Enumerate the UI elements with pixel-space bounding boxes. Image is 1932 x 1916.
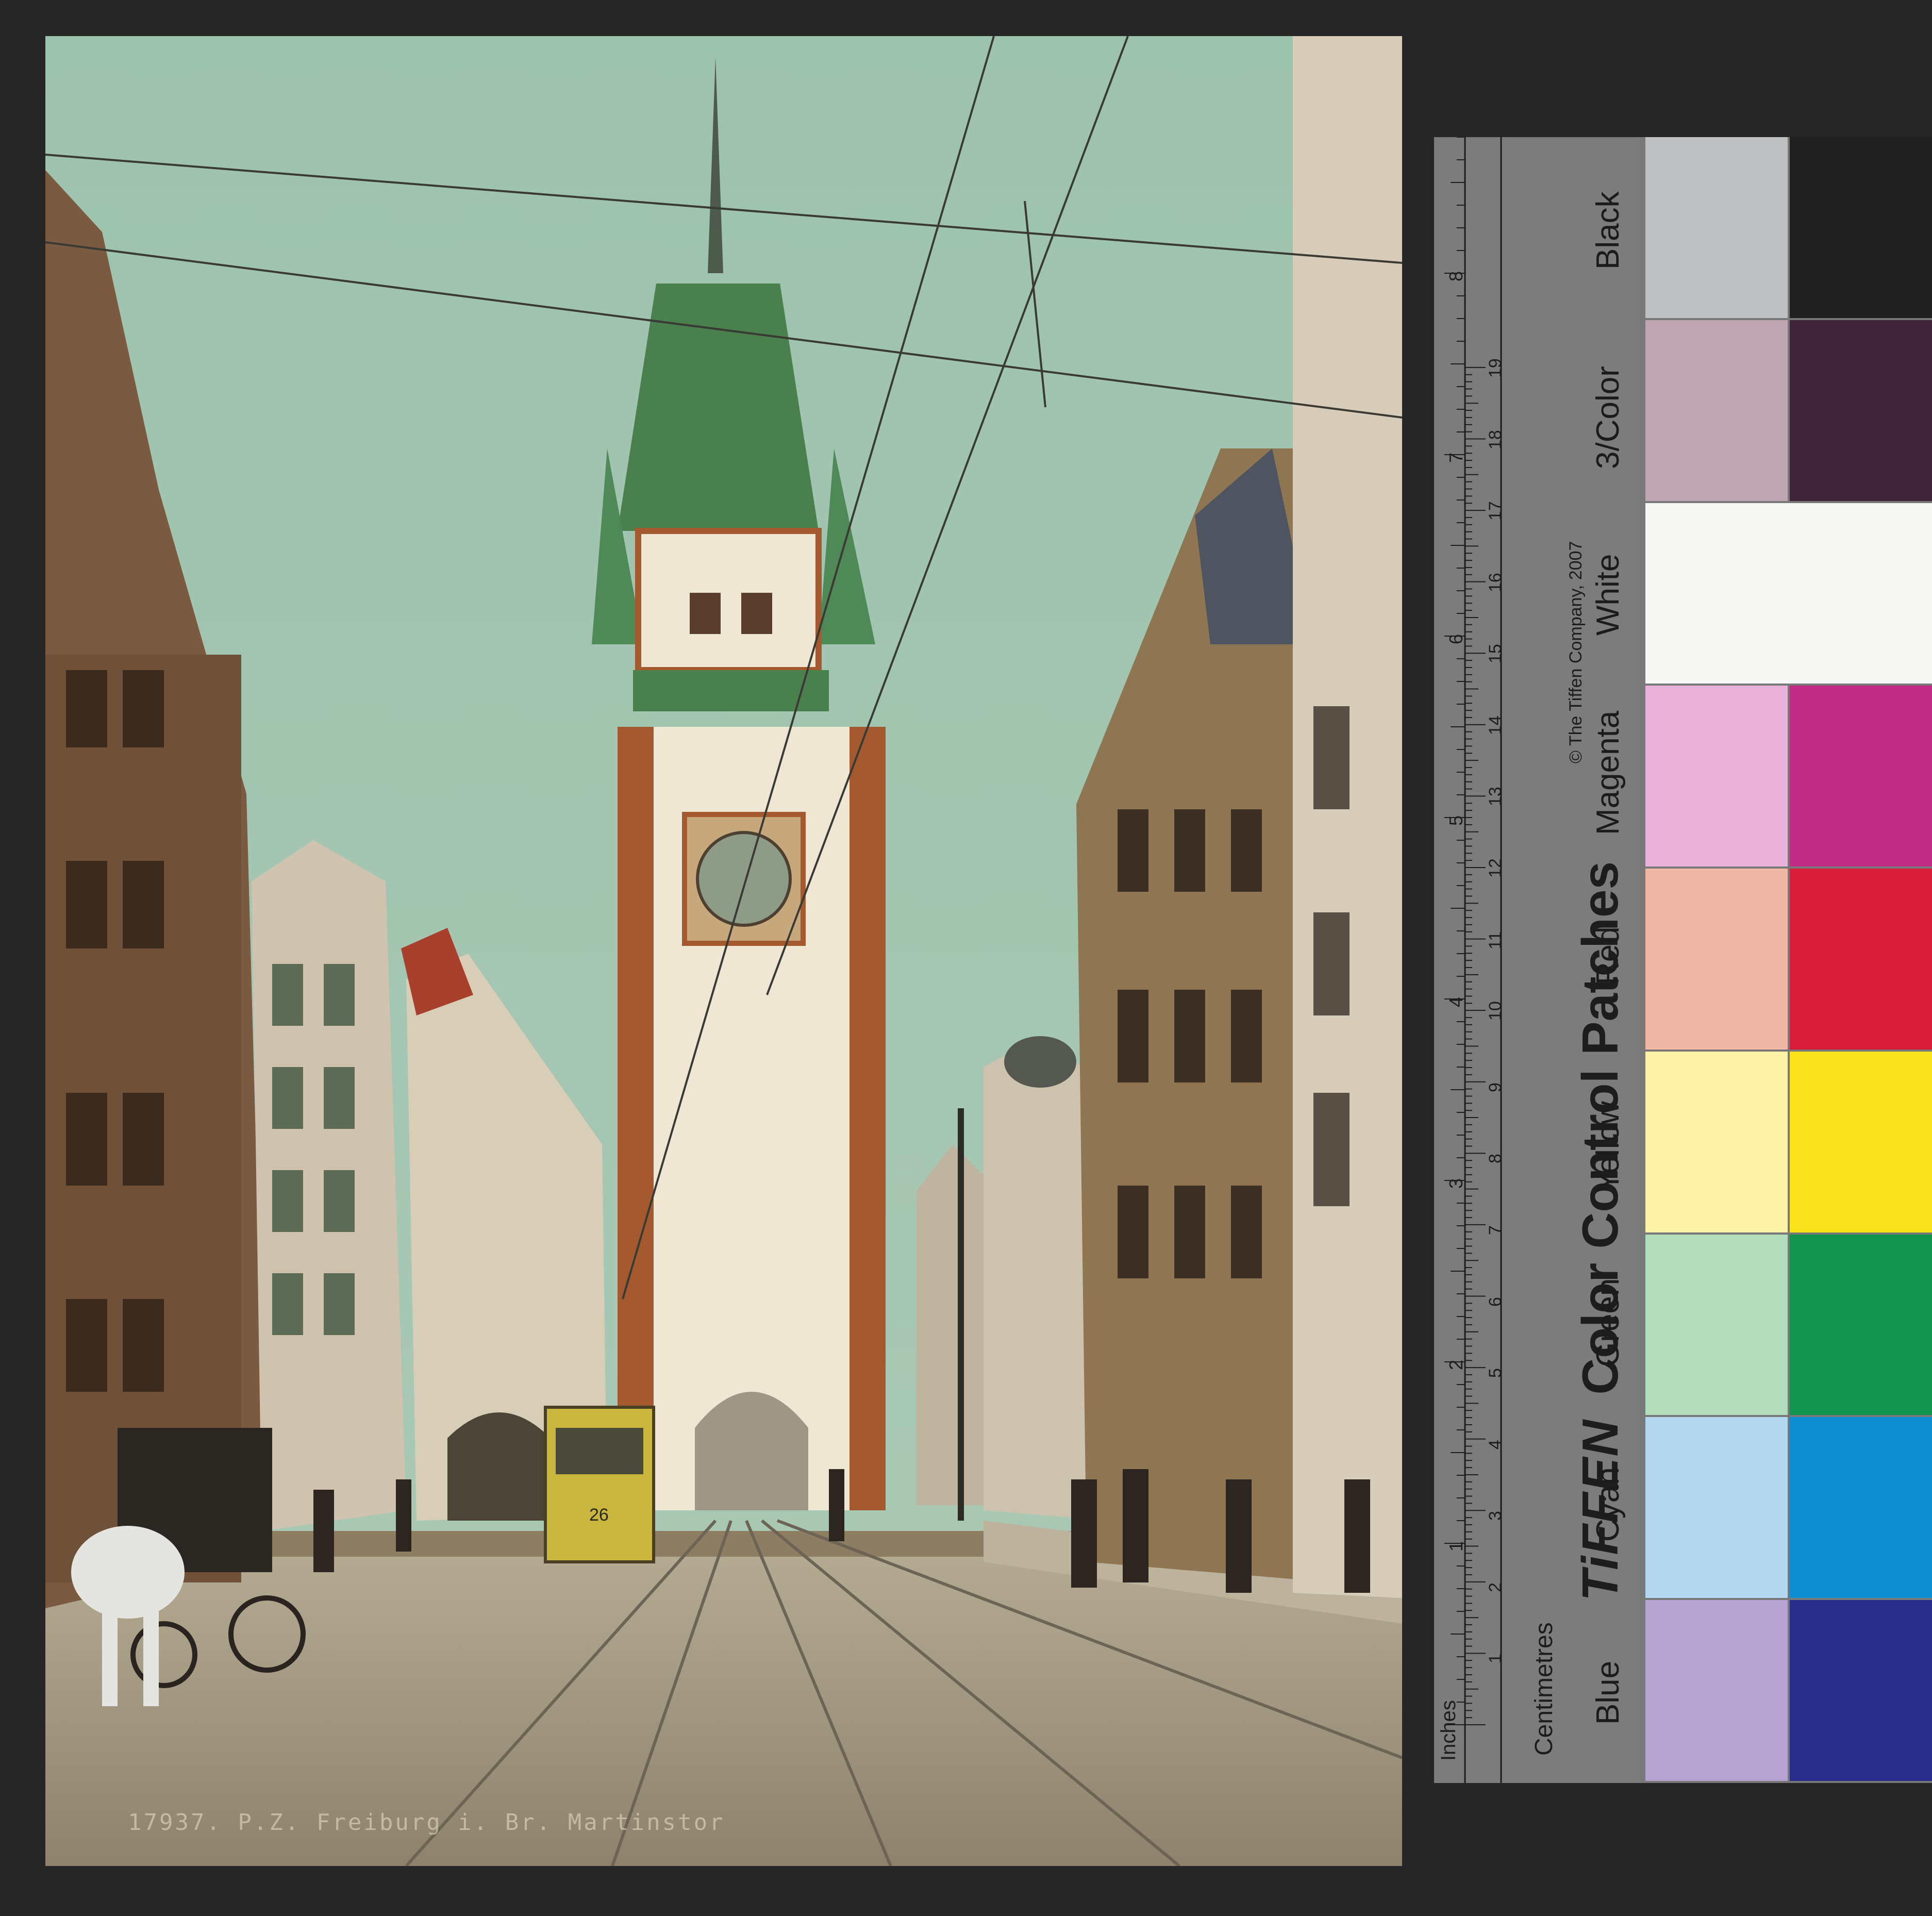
white-horse: [71, 1526, 185, 1619]
patch-label: Magenta: [1590, 710, 1626, 835]
inch-mark-label: 2: [1445, 1359, 1467, 1370]
patch-red-dark: [1790, 869, 1932, 1049]
tower-gate-arch: [695, 1392, 808, 1510]
patch-label: Cyan: [1590, 1467, 1626, 1542]
dome: [1004, 1036, 1076, 1088]
patch-green-dark: [1790, 1234, 1932, 1415]
photochrom-print: 26 17937. P.Z. Freiburg i. Br. Martinsto…: [45, 36, 1402, 1866]
tiffen-color-control-card: 1 2 3 4 5 6 7 8 1 2 3 4 5 6 7 8 9 10 11 12 13 14 15 16 17 18 19 In…: [1434, 137, 1932, 1783]
inch-mark-label: 3: [1445, 1178, 1467, 1189]
patch-red-light: [1645, 869, 1788, 1049]
copyright-text: © The Tiffen Company, 2007: [1566, 541, 1586, 763]
patch-magenta-dark: [1790, 686, 1932, 867]
cm-mark-label: 19: [1486, 358, 1505, 378]
units-cm-label: Centimetres: [1530, 1622, 1558, 1756]
plate-caption: 17937. P.Z. Freiburg i. Br. Martinstor: [128, 1809, 725, 1836]
patch-white-light: [1645, 503, 1932, 684]
patch-cyan-light: [1645, 1417, 1788, 1598]
patch-label: Black: [1590, 191, 1626, 270]
tram-car: 26: [544, 1406, 655, 1563]
patch-label: Blue: [1590, 1660, 1626, 1725]
tower-window: [690, 593, 721, 634]
patch-magenta-light: [1645, 686, 1788, 867]
right-corner-building: [1293, 36, 1402, 1598]
street-lamp: [958, 1108, 964, 1521]
cm-mark-label: 4: [1486, 1439, 1505, 1450]
units-inches-label: Inches: [1437, 1700, 1460, 1761]
patch-green-light: [1645, 1234, 1788, 1415]
patch-label: Green: [1590, 1278, 1626, 1368]
patch-blue-dark: [1790, 1600, 1932, 1781]
cm-mark-label: 10: [1486, 1001, 1505, 1021]
tower-shaft-left-stone: [618, 727, 654, 1510]
inch-mark-label: 4: [1445, 996, 1467, 1007]
cm-mark-label: 5: [1486, 1368, 1505, 1378]
side-arch: [447, 1412, 551, 1521]
cm-mark-label: 8: [1486, 1154, 1505, 1164]
right-far-building: [917, 1144, 994, 1505]
tower-upper: [635, 528, 822, 673]
cm-mark-label: 2: [1486, 1582, 1505, 1592]
cm-mark-label: 16: [1486, 572, 1505, 592]
martinstor-street-scene: 26: [45, 36, 1402, 1866]
inch-mark-label: 6: [1445, 634, 1467, 644]
cm-mark-label: 7: [1486, 1225, 1505, 1235]
inch-mark-label: 8: [1445, 271, 1467, 281]
cm-mark-label: 11: [1486, 931, 1505, 949]
tower-clock-face: [696, 831, 792, 927]
cm-mark-label: 9: [1486, 1082, 1505, 1092]
cm-mark-label: 12: [1486, 858, 1505, 878]
patch-3-color-dark: [1790, 320, 1932, 501]
cm-mark-label: 1: [1486, 1654, 1505, 1664]
cm-mark-label: 3: [1486, 1511, 1505, 1521]
color-patch-grid: Blue Cyan Green Yellow Red Magenta White 3/Colo…: [1590, 137, 1932, 1783]
patch-label: Yellow: [1590, 1101, 1626, 1193]
patch-label: Red: [1590, 926, 1626, 985]
patch-blue-light: [1645, 1600, 1788, 1781]
patch-black-light: [1645, 137, 1788, 318]
cm-mark-label: 6: [1486, 1296, 1505, 1307]
cm-mark-label: 14: [1486, 715, 1505, 735]
cm-mark-label: 13: [1486, 787, 1505, 807]
inch-mark-label: 1: [1445, 1541, 1467, 1552]
tower-shaft-right-stone: [850, 727, 886, 1510]
patch-cyan-dark: [1790, 1417, 1932, 1598]
cm-mark-label: 18: [1486, 429, 1505, 449]
patch-label: 3/Color: [1590, 366, 1626, 470]
patch-label: White: [1590, 554, 1626, 636]
cm-mark-label: 17: [1486, 501, 1505, 521]
inch-mark-label: 7: [1445, 452, 1467, 463]
tower-window: [741, 593, 772, 634]
patch-black-dark: [1790, 137, 1932, 318]
tram-number: 26: [589, 1505, 609, 1525]
patch-yellow-light: [1645, 1051, 1788, 1232]
tower-band-roof: [633, 670, 829, 711]
inch-mark-label: 5: [1445, 815, 1467, 826]
patch-3-color-light: [1645, 320, 1788, 501]
cm-mark-label: 15: [1486, 644, 1505, 664]
patch-yellow-dark: [1790, 1051, 1932, 1232]
